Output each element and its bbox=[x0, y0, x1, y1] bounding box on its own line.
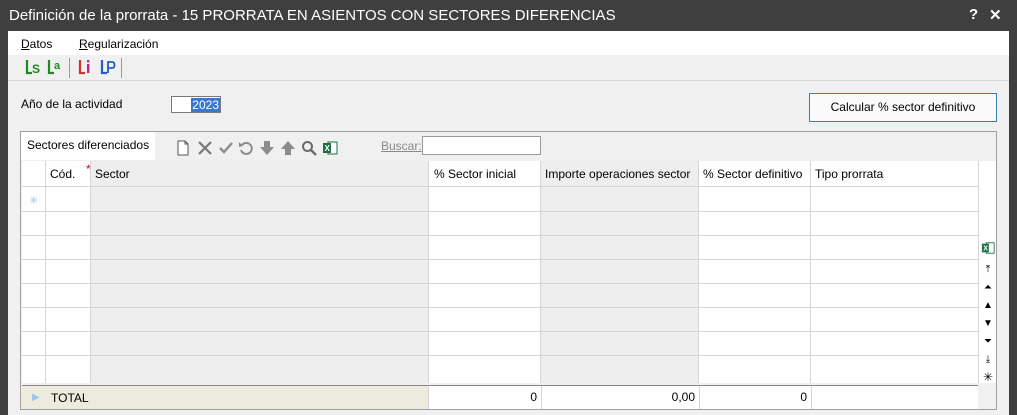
row-divider bbox=[22, 307, 978, 308]
page-down-icon[interactable]: ⏷ bbox=[981, 335, 995, 349]
sector-definitivo-column bbox=[699, 161, 811, 383]
window-frame-left bbox=[0, 31, 8, 415]
row-divider bbox=[22, 355, 978, 356]
new-row-marker-icon: ✳ bbox=[29, 195, 39, 207]
excel-grid-icon[interactable]: X bbox=[981, 241, 995, 255]
header-sector-inicial[interactable]: % Sector inicial bbox=[434, 167, 516, 181]
total-label-cell: ▶ TOTAL bbox=[22, 386, 428, 409]
svg-text:X: X bbox=[983, 246, 988, 253]
sector-column bbox=[91, 161, 429, 383]
total-sector-inicial: 0 bbox=[428, 386, 541, 409]
new-record-icon[interactable] bbox=[175, 140, 191, 156]
excel-export-icon[interactable]: X bbox=[322, 140, 338, 156]
title-bar: Definición de la prorrata - 15 PRORRATA … bbox=[0, 0, 1017, 31]
report-a-icon[interactable]: a bbox=[46, 58, 64, 76]
row-divider bbox=[22, 259, 978, 260]
total-label: TOTAL bbox=[51, 391, 89, 405]
tipo-prorrata-column bbox=[811, 161, 978, 383]
row-pointer-icon: ▶ bbox=[32, 392, 40, 403]
search-icon[interactable] bbox=[301, 140, 317, 156]
total-sector-definitivo: 0 bbox=[699, 386, 811, 409]
toolbar: S a bbox=[8, 55, 1009, 81]
header-importe[interactable]: Importe operaciones sector bbox=[545, 167, 690, 181]
menu-regularizacion[interactable]: Regularización bbox=[79, 37, 158, 51]
cod-column bbox=[46, 161, 91, 383]
svg-text:S: S bbox=[32, 62, 40, 76]
report-i-icon[interactable] bbox=[77, 58, 95, 76]
header-tipo-prorrata[interactable]: Tipo prorrata bbox=[815, 167, 883, 181]
row-divider bbox=[22, 331, 978, 332]
header-cod[interactable]: Cód. bbox=[50, 167, 75, 181]
total-importe: 0,00 bbox=[541, 386, 699, 409]
accept-icon[interactable] bbox=[218, 140, 234, 156]
menu-bar: Datos Regularización bbox=[8, 31, 1009, 55]
last-page-icon[interactable]: ⤓ bbox=[981, 353, 995, 367]
grid-nav-strip: X ⤒ ⏶ ▲ ▼ ⏷ ⤓ ✳ bbox=[978, 161, 996, 384]
first-page-icon[interactable]: ⤒ bbox=[981, 263, 995, 277]
move-up-icon[interactable] bbox=[280, 140, 296, 156]
sector-inicial-column bbox=[429, 161, 541, 383]
anio-input[interactable]: 2023 bbox=[171, 96, 221, 113]
row-divider bbox=[22, 283, 978, 284]
report-s-icon[interactable]: S bbox=[24, 58, 42, 76]
total-tipo-prorrata bbox=[811, 386, 978, 409]
row-down-icon[interactable]: ▼ bbox=[981, 317, 995, 331]
window-title: Definición de la prorrata - 15 PRORRATA … bbox=[9, 7, 616, 24]
svg-text:a: a bbox=[54, 60, 61, 72]
row-divider bbox=[22, 235, 978, 236]
menu-datos[interactable]: Datos bbox=[21, 37, 52, 51]
delete-icon[interactable] bbox=[197, 140, 213, 156]
calcular-sector-definitivo-button[interactable]: Calcular % sector definitivo bbox=[809, 93, 997, 122]
new-row-icon[interactable]: ✳ bbox=[981, 370, 995, 384]
buscar-input[interactable] bbox=[422, 136, 541, 155]
help-button[interactable]: ? bbox=[969, 6, 978, 23]
row-up-icon[interactable]: ▲ bbox=[981, 299, 995, 313]
required-marker: * bbox=[86, 162, 91, 176]
anio-label: Año de la actividad bbox=[21, 97, 123, 111]
toolbar-separator bbox=[121, 58, 122, 78]
toolbar-separator bbox=[69, 58, 70, 78]
sectores-panel: Sectores diferenciados X Buscar: Cód. * … bbox=[20, 131, 997, 410]
grid-header: Cód. * Sector % Sector inicial Importe o… bbox=[22, 161, 978, 187]
move-down-icon[interactable] bbox=[259, 140, 275, 156]
tab-sectores-diferenciados[interactable]: Sectores diferenciados bbox=[21, 132, 155, 160]
undo-icon[interactable] bbox=[238, 140, 254, 156]
svg-text:X: X bbox=[325, 144, 331, 153]
importe-column bbox=[541, 161, 699, 383]
row-divider bbox=[22, 211, 978, 212]
close-button[interactable]: ✕ bbox=[989, 6, 1002, 24]
total-row: ▶ TOTAL 0 0,00 0 bbox=[22, 385, 978, 409]
window-frame-right bbox=[1009, 31, 1017, 415]
sectores-grid: Cód. * Sector % Sector inicial Importe o… bbox=[22, 161, 978, 383]
report-p-icon[interactable] bbox=[99, 58, 117, 76]
buscar-label: Buscar: bbox=[381, 139, 422, 153]
header-sector-definitivo[interactable]: % Sector definitivo bbox=[703, 167, 802, 181]
page-up-icon[interactable]: ⏶ bbox=[981, 281, 995, 295]
header-sector[interactable]: Sector bbox=[95, 167, 130, 181]
